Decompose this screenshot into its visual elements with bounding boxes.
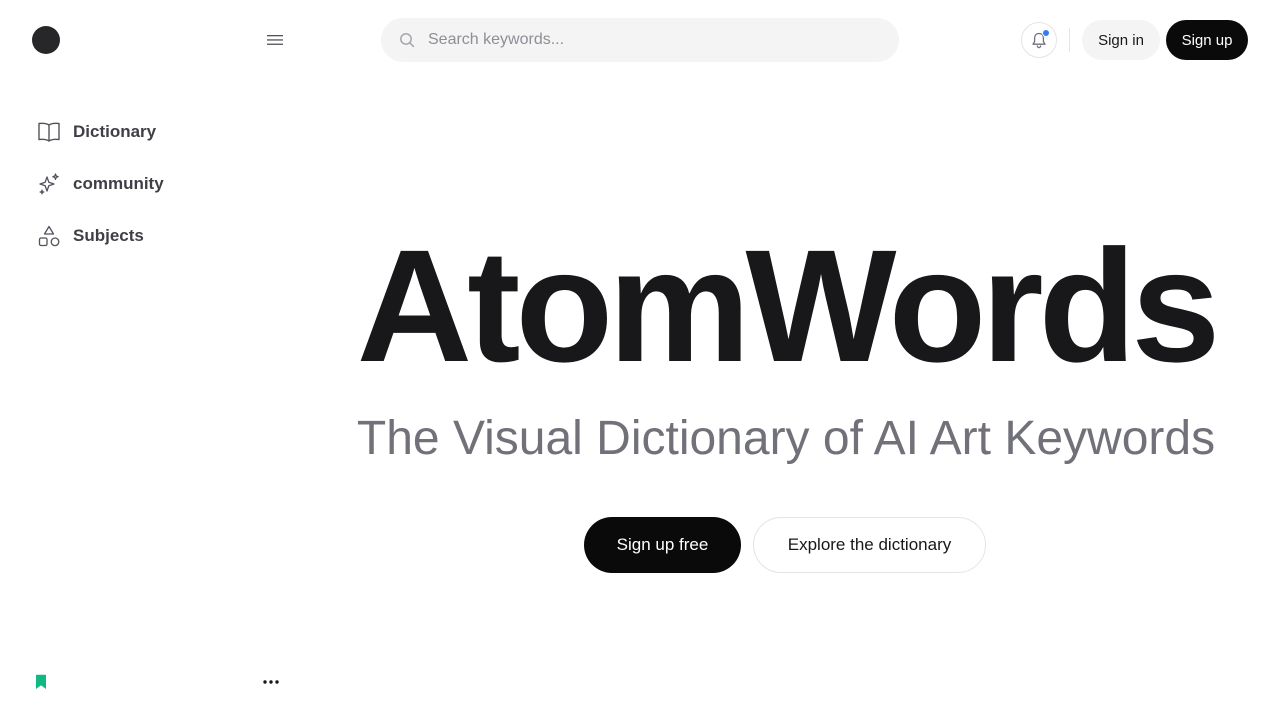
notifications-button[interactable] [1021,22,1057,58]
search-input[interactable] [428,31,868,49]
sidebar-item-label: community [73,174,164,193]
bookmarks-button[interactable] [34,674,48,690]
sign-in-button[interactable]: Sign in [1082,20,1160,60]
hero-subtitle: The Visual Dictionary of AI Art Keywords [356,412,1216,465]
notification-dot [1042,29,1050,37]
sidebar-item-label: Dictionary [73,122,157,141]
sidebar-item-subjects[interactable]: Subjects [36,220,144,252]
menu-button[interactable] [262,28,288,52]
book-open-icon [36,119,62,145]
search-icon [399,31,417,49]
sidebar-item-dictionary[interactable]: Dictionary [36,116,156,148]
sidebar-item-community[interactable]: community [36,168,164,200]
sign-up-free-button[interactable]: Sign up free [584,517,741,573]
hamburger-icon [267,35,283,45]
header-divider [1069,28,1070,52]
more-icon [263,680,279,684]
logo[interactable] [32,26,60,54]
shapes-icon [36,223,62,249]
app-root: Sign in Sign up Dictionary community [0,0,1280,720]
explore-dictionary-button[interactable]: Explore the dictionary [753,517,986,573]
sparkles-icon [36,171,62,197]
bookmark-icon [36,674,46,689]
more-button[interactable] [261,674,281,690]
sign-up-button[interactable]: Sign up [1166,20,1248,60]
sidebar-item-label: Subjects [73,226,144,245]
hero-title: AtomWords [356,216,1221,395]
search-bar[interactable] [381,18,899,62]
